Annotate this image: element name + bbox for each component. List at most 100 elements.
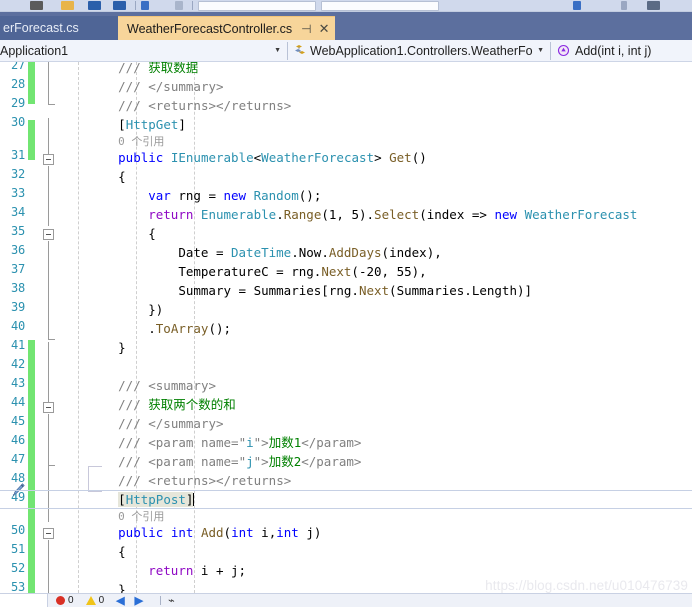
code-line[interactable]: [HttpGet] [118, 115, 186, 134]
code-line[interactable]: /// <param name="j">加数2</param> [118, 452, 361, 471]
code-line[interactable]: TemperatureC = rng.Next(-20, 55), [178, 262, 426, 281]
code-editor[interactable]: 27 28 29 30 31 32 33 34 35 36 37 38 39 40 41 42 43 44 45 46… [0, 62, 692, 593]
collapse-toggle[interactable] [43, 402, 54, 413]
more-icon[interactable] [621, 1, 627, 10]
code-line[interactable]: return i + j; [148, 561, 246, 580]
code-line[interactable]: /// <summary> [118, 376, 216, 395]
line-number: 34 [10, 205, 25, 219]
line-number: 51 [10, 542, 25, 556]
line-number: 42 [10, 357, 25, 371]
code-token: WeatherForecast [524, 207, 638, 222]
code-token: (-20, 55), [351, 264, 427, 279]
change-bar-green [28, 120, 35, 160]
code-line[interactable]: { [118, 542, 126, 561]
code-line[interactable]: } [118, 338, 126, 357]
close-icon[interactable]: ✕ [319, 21, 330, 37]
code-token: public [118, 525, 171, 540]
class-icon [293, 44, 306, 57]
code-line[interactable]: /// </summary> [118, 77, 223, 96]
bottom-divider [160, 596, 162, 605]
code-line[interactable]: /// <returns></returns> [118, 96, 291, 115]
prev-item-icon[interactable]: ◀ [116, 594, 124, 607]
code-token: int [170, 525, 201, 540]
pin-icon[interactable]: ⊣ [301, 22, 311, 36]
save-icon[interactable] [30, 1, 43, 10]
pin-icon[interactable]: ⌁ [168, 594, 175, 607]
code-token: i [246, 435, 254, 450]
code-token: i + j; [200, 563, 247, 578]
code-token: [ [118, 492, 126, 507]
outlining-margin[interactable] [40, 62, 58, 593]
code-text-area[interactable]: /// 获取数据 /// </summary> /// <returns></ret… [0, 62, 692, 593]
code-line[interactable]: public int Add(int i,int j) [118, 523, 321, 542]
code-token: "> [253, 435, 269, 450]
code-token: i, [261, 525, 277, 540]
code-token: "> [253, 454, 269, 469]
error-list-tab[interactable] [0, 594, 48, 607]
code-token: . [321, 245, 329, 260]
collapse-toggle[interactable] [43, 154, 54, 165]
code-line[interactable]: [HttpPost] [118, 490, 195, 509]
code-line[interactable]: /// <returns></returns> [118, 471, 291, 490]
code-token: </param> [301, 435, 362, 450]
member-dropdown[interactable]: Add(int i, int j) [551, 40, 691, 62]
code-line[interactable]: .ToArray(); [148, 319, 231, 338]
save-file-icon[interactable] [88, 1, 101, 10]
type-dropdown[interactable]: WebApplication1.Controllers.WeatherForec… [288, 40, 550, 62]
warning-count-group[interactable]: 0 [85, 595, 104, 606]
platform-combo[interactable] [321, 0, 439, 11]
codelens-reference-count[interactable]: 0 个引用 [118, 135, 164, 149]
collapse-toggle[interactable] [43, 229, 54, 240]
code-line[interactable]: /// </summary> [118, 414, 223, 433]
code-line[interactable]: /// 获取两个数的和 [118, 395, 236, 414]
code-line[interactable]: { [148, 224, 156, 243]
layout-icon[interactable] [647, 1, 660, 10]
code-token: Now [298, 245, 322, 260]
open-folder-icon[interactable] [61, 1, 74, 10]
code-line[interactable]: }) [148, 300, 163, 319]
code-line[interactable]: var rng = new Random(); [148, 186, 321, 205]
code-token: ] [185, 492, 194, 507]
configuration-combo[interactable] [198, 0, 316, 11]
next-item-icon[interactable]: ▶ [135, 594, 143, 607]
project-dropdown-label: Application1 [0, 43, 69, 58]
code-line[interactable]: /// <param name="i">加数1</param> [118, 433, 361, 452]
code-token: Select [374, 207, 420, 222]
code-line[interactable]: } [118, 580, 126, 593]
code-line[interactable]: public IEnumerable<WeatherForecast> Get(… [118, 148, 427, 167]
error-count-group[interactable]: 0 [56, 595, 74, 606]
code-line[interactable]: { [118, 167, 126, 186]
code-token: /// [118, 397, 149, 412]
line-number: 52 [10, 561, 25, 575]
tab-weatherforecastcontroller[interactable]: WeatherForecastController.cs ⊣ ✕ [118, 16, 336, 40]
code-token: int [276, 525, 307, 540]
save-all-icon[interactable] [113, 1, 126, 10]
code-token: [ [118, 117, 126, 132]
code-token: j) [306, 525, 322, 540]
line-number: 47 [10, 452, 25, 466]
code-line[interactable]: /// 获取数据 [118, 62, 198, 77]
error-icon [56, 596, 65, 605]
redo-icon[interactable] [175, 1, 183, 10]
tab-weatherforecast[interactable]: erForecast.cs [0, 16, 118, 40]
line-number: 43 [10, 376, 25, 390]
code-line[interactable]: return Enumerable.Range(1, 5).Select(ind… [148, 205, 637, 224]
code-token: Next [358, 283, 390, 298]
code-token: Summary = Summaries[rng. [178, 283, 359, 298]
code-line[interactable]: Summary = Summaries[rng.Next(Summaries.L… [178, 281, 532, 300]
project-dropdown[interactable]: Application1 ▼ [0, 40, 287, 62]
chevron-down-icon: ▼ [537, 47, 544, 54]
code-token: { [118, 544, 126, 559]
code-token: . [291, 245, 299, 260]
codelens-reference-count[interactable]: 0 个引用 [118, 510, 164, 524]
warning-icon [85, 596, 96, 605]
error-list-bar[interactable]: 0 0 ◀ ▶ ⌁ [0, 593, 692, 607]
code-token: Add [200, 525, 224, 540]
code-line[interactable]: Date = DateTime.Now.AddDays(index), [178, 243, 441, 262]
code-token: Enumerable [200, 207, 277, 222]
collapse-toggle[interactable] [43, 528, 54, 539]
undo-icon[interactable] [141, 1, 149, 10]
type-dropdown-label: WebApplication1.Controllers.WeatherForec… [310, 43, 533, 58]
search-icon[interactable] [573, 1, 581, 10]
code-token: ToArray [155, 321, 209, 336]
